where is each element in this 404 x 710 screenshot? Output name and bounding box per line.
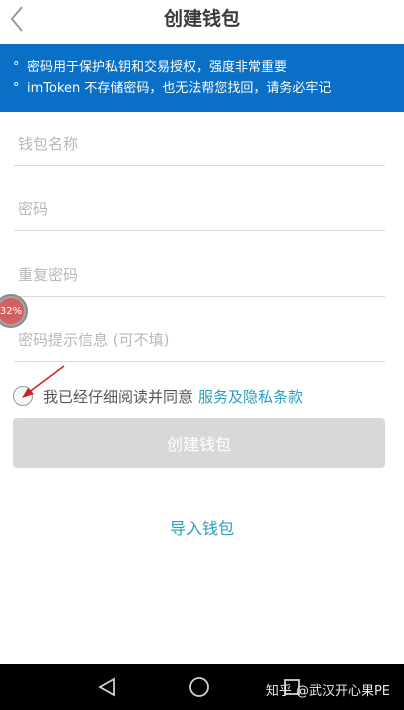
page-title: 创建钱包 — [163, 8, 240, 30]
home-circle-icon — [189, 677, 209, 697]
badge-value: 32% — [0, 298, 24, 324]
terms-link[interactable]: 服务及隐私条款 — [198, 386, 303, 407]
security-notice: ° 密码用于保护私钥和交易授权，强度非常重要 ° imToken 不存储密码，也无法… — [0, 44, 404, 112]
red-arrow-icon — [22, 365, 65, 398]
create-wallet-button[interactable]: 创建钱包 — [13, 418, 385, 468]
notice-text-1: 密码用于保护私钥和交易授权，强度非常重要 — [27, 60, 288, 75]
watermark-text: 知乎 @武汉开心果PE — [265, 684, 390, 699]
back-triangle-icon — [98, 677, 115, 697]
import-wallet-link[interactable]: 导入钱包 — [0, 515, 404, 539]
repeat-password-field — [14, 245, 385, 297]
notice-text-2: imToken 不存储密码，也无法帮您找回，请务必牢记 — [27, 81, 332, 96]
password-input[interactable] — [14, 194, 385, 224]
system-nav-bar: 知乎 @武汉开心果PE — [0, 664, 404, 710]
repeat-password-input[interactable] — [14, 260, 385, 290]
wallet-name-field — [14, 114, 385, 166]
notice-bullet: ° — [13, 81, 20, 96]
wallet-name-input[interactable] — [14, 129, 385, 159]
password-field — [14, 179, 385, 231]
top-bar: 创建钱包 — [0, 0, 404, 42]
nav-home-button[interactable] — [186, 674, 212, 700]
notice-bullet: ° — [13, 60, 20, 75]
password-hint-input[interactable] — [14, 325, 385, 355]
nav-back-button[interactable] — [94, 674, 120, 700]
notice-line-2: ° imToken 不存储密码，也无法帮您找回，请务必牢记 — [13, 78, 404, 99]
notice-line-1: ° 密码用于保护私钥和交易授权，强度非常重要 — [13, 57, 404, 78]
password-hint-field — [14, 310, 385, 362]
